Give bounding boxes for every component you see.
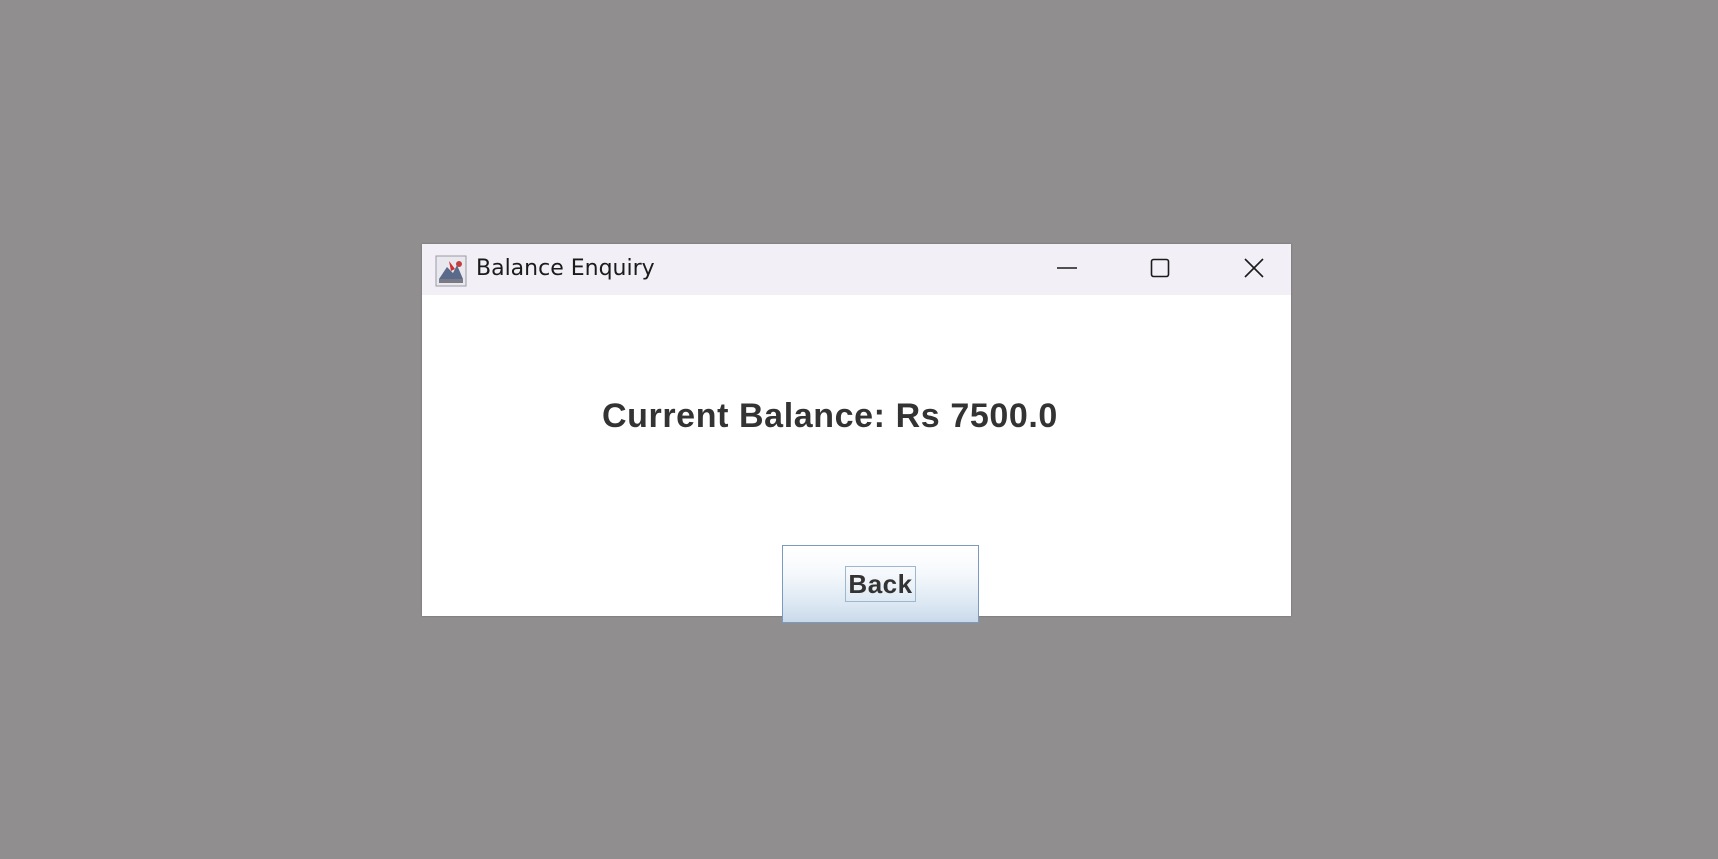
window-content: Current Balance: Rs 7500.0 Back [422, 295, 1291, 623]
close-button[interactable] [1209, 244, 1299, 295]
close-icon [1243, 257, 1265, 283]
maximize-icon [1149, 257, 1171, 283]
java-app-icon [435, 255, 467, 287]
minimize-icon [1056, 257, 1078, 283]
maximize-button[interactable] [1115, 244, 1205, 295]
window-title: Balance Enquiry [476, 256, 655, 281]
balance-enquiry-window: Balance Enquiry Current Balance: Rs 7500… [422, 244, 1291, 623]
title-bar[interactable]: Balance Enquiry [422, 244, 1291, 295]
current-balance-label: Current Balance: Rs 7500.0 [602, 397, 1058, 435]
back-button-label: Back [845, 566, 916, 602]
minimize-button[interactable] [1022, 244, 1112, 295]
back-button[interactable]: Back [782, 545, 979, 623]
